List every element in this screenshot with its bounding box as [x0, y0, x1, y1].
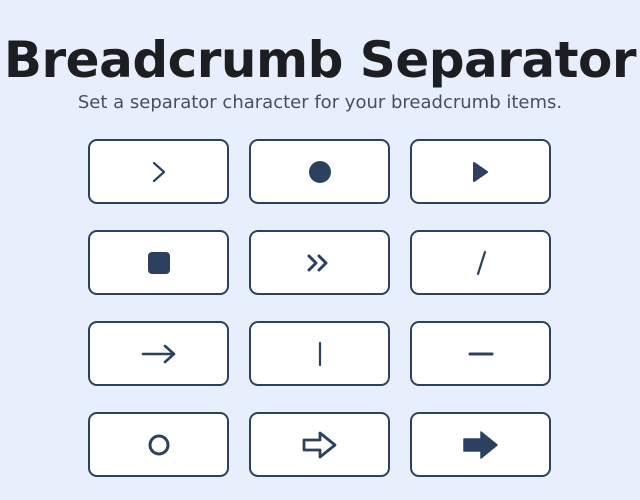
- chevron-right-icon: [152, 161, 165, 182]
- separator-ring-button[interactable]: [88, 412, 229, 477]
- separator-pipe-button[interactable]: [249, 321, 390, 386]
- play-triangle-icon: [472, 161, 488, 182]
- bold-arrow-right-icon: [462, 430, 498, 459]
- separator-chevron-button[interactable]: [88, 139, 229, 204]
- separator-outline-arrow-button[interactable]: [249, 412, 390, 477]
- slash-icon: [476, 250, 486, 275]
- separator-grid: [88, 139, 551, 477]
- separator-triangle-button[interactable]: [410, 139, 551, 204]
- page-title: Breadcrumb Separator: [3, 31, 637, 89]
- filled-circle-icon: [308, 160, 331, 183]
- vertical-bar-icon: [318, 341, 321, 366]
- separator-double-chevron-button[interactable]: [249, 230, 390, 295]
- page-subtitle: Set a separator character for your bread…: [77, 92, 563, 113]
- separator-slash-button[interactable]: [410, 230, 551, 295]
- separator-arrow-button[interactable]: [88, 321, 229, 386]
- dash-icon: [468, 352, 493, 355]
- filled-square-icon: [147, 251, 170, 274]
- double-chevron-right-icon: [307, 254, 327, 271]
- separator-dot-button[interactable]: [249, 139, 390, 204]
- separator-dash-button[interactable]: [410, 321, 551, 386]
- outline-arrow-right-icon: [302, 431, 336, 458]
- hollow-circle-icon: [148, 434, 169, 455]
- separator-square-button[interactable]: [88, 230, 229, 295]
- arrow-right-icon: [141, 344, 175, 363]
- separator-bold-arrow-button[interactable]: [410, 412, 551, 477]
